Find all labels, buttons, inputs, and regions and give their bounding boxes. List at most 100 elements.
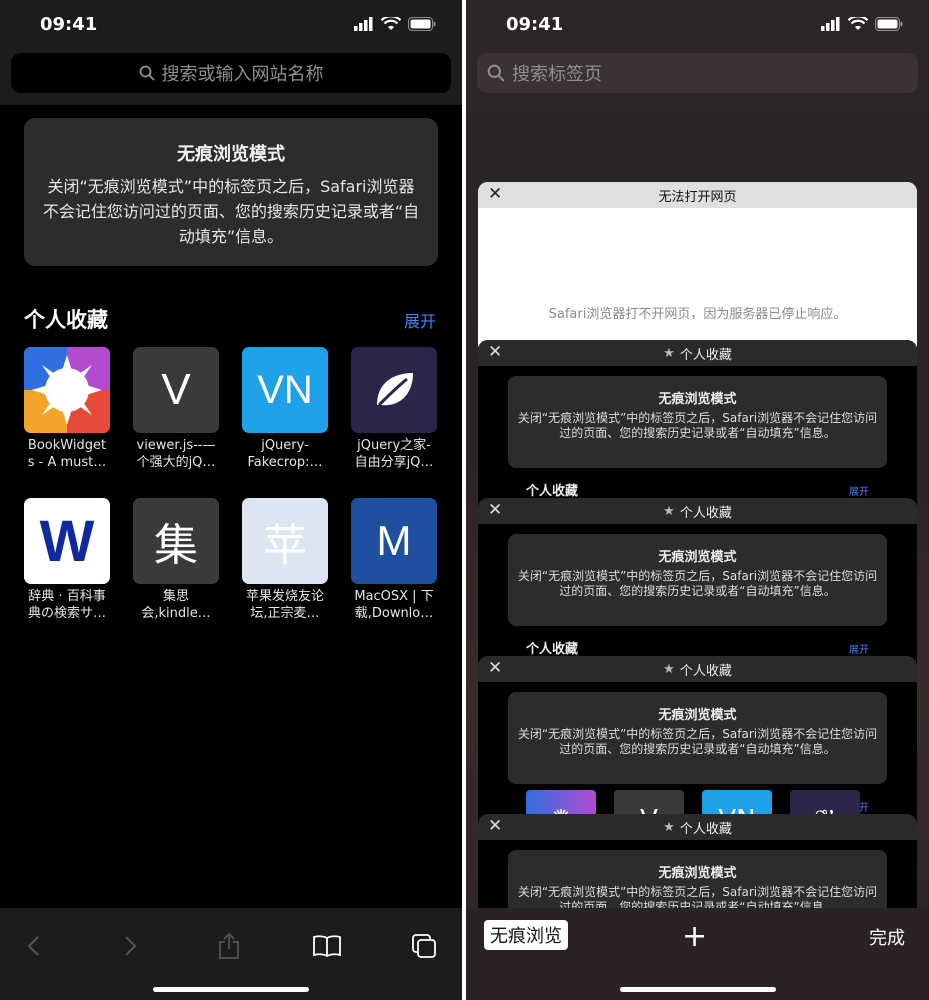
tab-card[interactable]: ✕ ★ 个人收藏 无痕浏览模式 关闭“无痕浏览模式”中的标签页之后，Safari… — [478, 656, 917, 826]
favorite-label: viewer.js--— 个强大的jQ… — [136, 438, 216, 470]
letters-vn-icon: VN — [242, 347, 328, 433]
favorite-tile[interactable]: BookWidget s - A must… — [24, 347, 110, 471]
cellular-signal-icon — [354, 17, 373, 31]
favorites-heading: 个人收藏 — [24, 308, 108, 332]
error-message: Safari浏览器打不开网页，因为服务器已停止响应。 — [548, 307, 847, 322]
address-search-field[interactable]: 搜索或输入网站名称 — [11, 53, 451, 93]
forward-button[interactable] — [113, 928, 149, 964]
new-tab-button[interactable]: + — [682, 922, 707, 952]
letter-m-icon: M — [351, 498, 437, 584]
safari-tab-switcher: 09:41 搜索标签页 ✕ 无法打开网页 Safari浏览器打不开网页，因为服务… — [466, 0, 929, 1000]
tab-card[interactable]: ✕ ★ 个人收藏 无痕浏览模式 关闭“无痕浏览模式”中的标签页之后，Safari… — [478, 340, 917, 510]
status-time: 09:41 — [40, 14, 98, 35]
status-time: 09:41 — [506, 14, 564, 35]
private-mode-title: 无痕浏览模式 — [658, 550, 737, 565]
private-browsing-button[interactable]: 无痕浏览 — [484, 920, 568, 950]
private-mode-description: 关闭“无痕浏览模式”中的标签页之后，Safari浏览器不会记住您访问过的页面、您… — [517, 885, 878, 908]
private-mode-title: 无痕浏览模式 — [658, 392, 737, 407]
char-ping-icon: 苹 — [242, 498, 328, 584]
private-mode-title: 无痕浏览模式 — [177, 144, 285, 165]
expand-link: 展开 — [849, 487, 869, 498]
tab-title: 个人收藏 — [679, 505, 732, 521]
expand-link[interactable]: 展开 — [404, 308, 436, 332]
tabs-button[interactable] — [406, 928, 442, 964]
search-icon — [487, 64, 505, 82]
status-icons — [821, 17, 903, 31]
chevron-left-icon — [27, 936, 39, 956]
star-icon: ★ — [663, 345, 675, 361]
cellular-signal-icon — [821, 17, 840, 31]
tab-card-header: ✕ ★ 个人收藏 — [478, 656, 917, 682]
share-icon — [219, 932, 239, 959]
tab-card[interactable]: ✕ 无法打开网页 Safari浏览器打不开网页，因为服务器已停止响应。 — [478, 182, 917, 347]
favorite-tile[interactable]: jQuery之家- 自由分享jQ… — [351, 347, 437, 471]
favorite-label: 苹果发烧友论 坛,正宗麦… — [245, 589, 324, 621]
favorites-header: 个人收藏 展开 — [526, 638, 869, 657]
wifi-icon — [381, 17, 401, 30]
home-indicator — [619, 987, 776, 992]
favorite-tile[interactable]: 集 集思 会,kindle… — [133, 498, 219, 622]
letter-v-icon: V — [133, 347, 219, 433]
close-tab-icon[interactable]: ✕ — [488, 658, 502, 678]
status-icons — [354, 17, 436, 31]
close-tab-icon[interactable]: ✕ — [488, 342, 502, 362]
private-mode-description: 关闭“无痕浏览模式”中的标签页之后，Safari浏览器不会记住您访问过的页面、您… — [517, 411, 878, 440]
favorite-label: jQuery- Fakecrop:… — [247, 438, 323, 470]
expand-link: 展开 — [849, 645, 869, 656]
close-tab-icon[interactable]: ✕ — [488, 816, 502, 836]
favorite-tile[interactable]: M MacOSX | 下 载,Downlo… — [351, 498, 437, 622]
close-tab-icon[interactable]: ✕ — [488, 184, 502, 204]
tab-title: 个人收藏 — [679, 663, 732, 679]
book-icon — [313, 935, 341, 958]
letter-w-icon: W — [24, 498, 110, 584]
tab-title: 无法打开网页 — [658, 189, 737, 205]
tab-search-field[interactable]: 搜索标签页 — [477, 53, 918, 93]
bottom-toolbar — [0, 908, 462, 1000]
favorites-heading: 个人收藏 — [526, 484, 579, 499]
favorites-header: 个人收藏 展开 — [24, 304, 436, 334]
close-tab-icon[interactable]: ✕ — [488, 500, 502, 520]
private-mode-card: 无痕浏览模式 关闭“无痕浏览模式”中的标签页之后，Safari浏览器不会记住您访… — [508, 692, 887, 784]
tabs-icon — [412, 934, 436, 958]
battery-icon — [408, 17, 436, 31]
private-mode-card: 无痕浏览模式 关闭“无痕浏览模式”中的标签页之后，Safari浏览器不会记住您访… — [24, 118, 438, 266]
status-bar: 09:41 — [466, 0, 929, 50]
tab-card-header: ✕ ★ 个人收藏 — [478, 498, 917, 524]
tab-title: 个人收藏 — [679, 821, 732, 837]
back-button[interactable] — [15, 928, 51, 964]
private-mode-description: 关闭“无痕浏览模式”中的标签页之后，Safari浏览器不会记住您访问过的页面、您… — [517, 727, 878, 756]
star-icon: ★ — [663, 503, 675, 519]
favorite-label: 集思 会,kindle… — [141, 589, 211, 621]
home-indicator — [153, 987, 309, 992]
bookmarks-button[interactable] — [309, 928, 345, 964]
leaf-icon — [351, 347, 437, 433]
star-icon: ★ — [663, 661, 675, 677]
battery-icon — [875, 17, 903, 31]
tab-title: 个人收藏 — [679, 347, 732, 363]
char-ji-icon: 集 — [133, 498, 219, 584]
favorite-tile[interactable]: 苹 苹果发烧友论 坛,正宗麦… — [242, 498, 328, 622]
share-button[interactable] — [211, 928, 247, 964]
star-icon: ★ — [663, 819, 675, 835]
favorite-tile[interactable]: VN jQuery- Fakecrop:… — [242, 347, 328, 471]
search-icon — [139, 65, 154, 81]
done-button[interactable]: 完成 — [869, 924, 905, 950]
favorite-label: 辞典 · 百科事 典の検索サ… — [27, 589, 106, 621]
private-mode-title: 无痕浏览模式 — [658, 866, 737, 881]
search-placeholder: 搜索或输入网站名称 — [161, 64, 324, 85]
private-mode-card: 无痕浏览模式 关闭“无痕浏览模式”中的标签页之后，Safari浏览器不会记住您访… — [508, 850, 887, 908]
favorites-header: 个人收藏 展开 — [526, 480, 869, 499]
private-mode-card: 无痕浏览模式 关闭“无痕浏览模式”中的标签页之后，Safari浏览器不会记住您访… — [508, 376, 887, 468]
tab-card[interactable]: ✕ ★ 个人收藏 无痕浏览模式 关闭“无痕浏览模式”中的标签页之后，Safari… — [478, 814, 917, 908]
safari-private-start-page: 09:41 搜索或输入网站名称 无痕浏览模式 关闭“无痕浏览模式”中的标签页之后… — [0, 0, 462, 1000]
tab-switcher-toolbar: 无痕浏览 + 完成 — [466, 908, 929, 1000]
private-mode-title: 无痕浏览模式 — [658, 708, 737, 723]
sun-burst-icon — [24, 347, 110, 433]
favorite-tile[interactable]: V viewer.js--— 个强大的jQ… — [133, 347, 219, 471]
status-bar: 09:41 — [0, 0, 462, 50]
favorite-tile[interactable]: W 辞典 · 百科事 典の検索サ… — [24, 498, 110, 622]
favorites-heading: 个人收藏 — [526, 642, 579, 657]
tab-card[interactable]: ✕ ★ 个人收藏 无痕浏览模式 关闭“无痕浏览模式”中的标签页之后，Safari… — [478, 498, 917, 668]
favorite-label: BookWidget s - A must… — [27, 438, 107, 470]
private-mode-description: 关闭“无痕浏览模式”中的标签页之后，Safari浏览器不会记住您访问过的页面、您… — [42, 177, 420, 246]
